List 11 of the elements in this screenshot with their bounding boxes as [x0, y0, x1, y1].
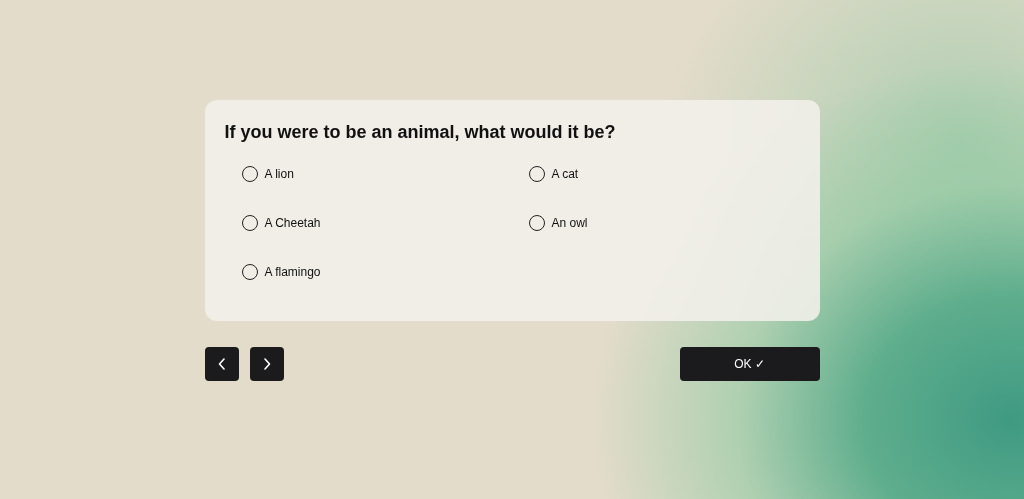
answer-option[interactable]: A flamingo	[241, 263, 321, 281]
previous-button[interactable]	[204, 347, 239, 381]
ok-button[interactable]: OK ✓	[679, 347, 820, 381]
next-button[interactable]	[249, 347, 284, 381]
answer-option[interactable]: A cat	[528, 165, 579, 183]
question-title: If you were to be an animal, what would it be?	[224, 122, 617, 143]
answer-option[interactable]: An owl	[528, 214, 588, 232]
answer-option[interactable]: A Cheetah	[241, 214, 321, 232]
chevron-right-icon	[262, 358, 271, 370]
chevron-left-icon	[217, 358, 226, 370]
answer-option[interactable]: A lion	[241, 165, 294, 183]
